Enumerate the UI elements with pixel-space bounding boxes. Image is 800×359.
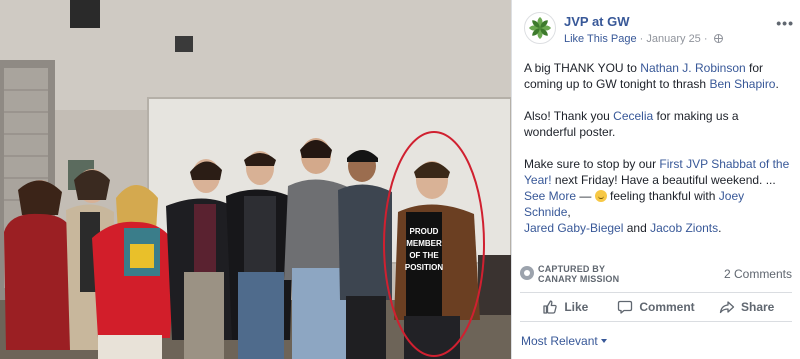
mention-nathan-robinson[interactable]: Nathan J. Robinson [640, 61, 745, 75]
text-run: . [718, 221, 722, 235]
text-run: Make sure to stop by our [524, 157, 660, 171]
text-run: , [567, 205, 571, 219]
thumbs-up-icon [543, 300, 558, 314]
post-photo[interactable]: PROUD MEMBER OF THE POSITION [0, 0, 511, 359]
text-run: feeling thankful with [606, 189, 719, 203]
post-actions: Like Comment Share [520, 292, 792, 322]
shirt-text-line-2: MEMBER [406, 239, 442, 248]
post-panel: JVP at GW Like This Page · January 25 · … [511, 0, 800, 359]
text-run: and [623, 221, 651, 235]
post-stats: CAPTURED BY CANARY MISSION 2 Comments [520, 263, 792, 285]
post-header: JVP at GW Like This Page · January 25 · … [524, 12, 794, 48]
like-button[interactable]: Like [520, 293, 611, 321]
text-run: next Friday! Have a beautiful weekend. .… [551, 173, 776, 187]
meta-separator-2: · [703, 33, 708, 45]
mention-cecelia[interactable]: Cecelia [613, 109, 653, 123]
share-label: Share [741, 300, 775, 314]
captured-by-watermark: CAPTURED BY CANARY MISSION [538, 264, 619, 284]
share-button[interactable]: Share [701, 293, 792, 321]
text-run: Also! Thank you [524, 109, 614, 123]
share-arrow-icon [719, 301, 735, 314]
globe-icon [713, 34, 723, 43]
like-page-link[interactable]: Like This Page [564, 33, 637, 45]
canary-mission-icon [520, 266, 534, 280]
chevron-down-icon [600, 339, 607, 343]
captured-by-line-1: CAPTURED BY [538, 264, 606, 274]
page-name-link[interactable]: JVP at GW [564, 14, 630, 29]
comment-label: Comment [639, 300, 695, 314]
more-options-icon[interactable]: ••• [776, 16, 794, 30]
like-label: Like [564, 300, 589, 314]
page-avatar[interactable] [524, 12, 556, 44]
post-paragraph-1: A big THANK YOU to Nathan J. Robinson fo… [524, 60, 792, 92]
post-body: A big THANK YOU to Nathan J. Robinson fo… [524, 60, 792, 252]
text-run: A big THANK YOU to [524, 61, 641, 75]
tag-jared-gaby-biegel[interactable]: Jared Gaby-Biegel [524, 221, 623, 235]
jvp-logo-icon [529, 17, 551, 39]
comment-sort-dropdown[interactable]: Most Relevant [521, 334, 607, 348]
shirt-text-line-3: OF THE [409, 251, 439, 260]
comment-button[interactable]: Comment [611, 293, 702, 321]
comment-sort-label: Most Relevant [521, 334, 598, 348]
group-photo-image: PROUD MEMBER OF THE POSITION [0, 0, 511, 359]
shirt-text-line-1: PROUD [410, 227, 439, 236]
captured-by-line-2: CANARY MISSION [538, 274, 620, 284]
mention-ben-shapiro[interactable]: Ben Shapiro [709, 77, 775, 91]
see-more-link[interactable]: See More [524, 189, 576, 203]
post-meta: Like This Page · January 25 · [564, 33, 723, 45]
post-paragraph-3: Make sure to stop by our First JVP Shabb… [524, 156, 792, 236]
text-run: . [775, 77, 779, 91]
comment-bubble-icon [618, 300, 633, 314]
comments-count-link[interactable]: 2 Comments [724, 267, 792, 281]
smile-emoji-icon [594, 190, 607, 202]
tag-jacob-zionts[interactable]: Jacob Zionts [650, 221, 718, 235]
post-date[interactable]: January 25 [646, 33, 700, 45]
text-run: — [576, 189, 595, 203]
post-paragraph-2: Also! Thank you Cecelia for making us a … [524, 108, 792, 140]
shirt-text-line-4: POSITION [405, 263, 443, 272]
meta-separator: · [639, 33, 644, 45]
